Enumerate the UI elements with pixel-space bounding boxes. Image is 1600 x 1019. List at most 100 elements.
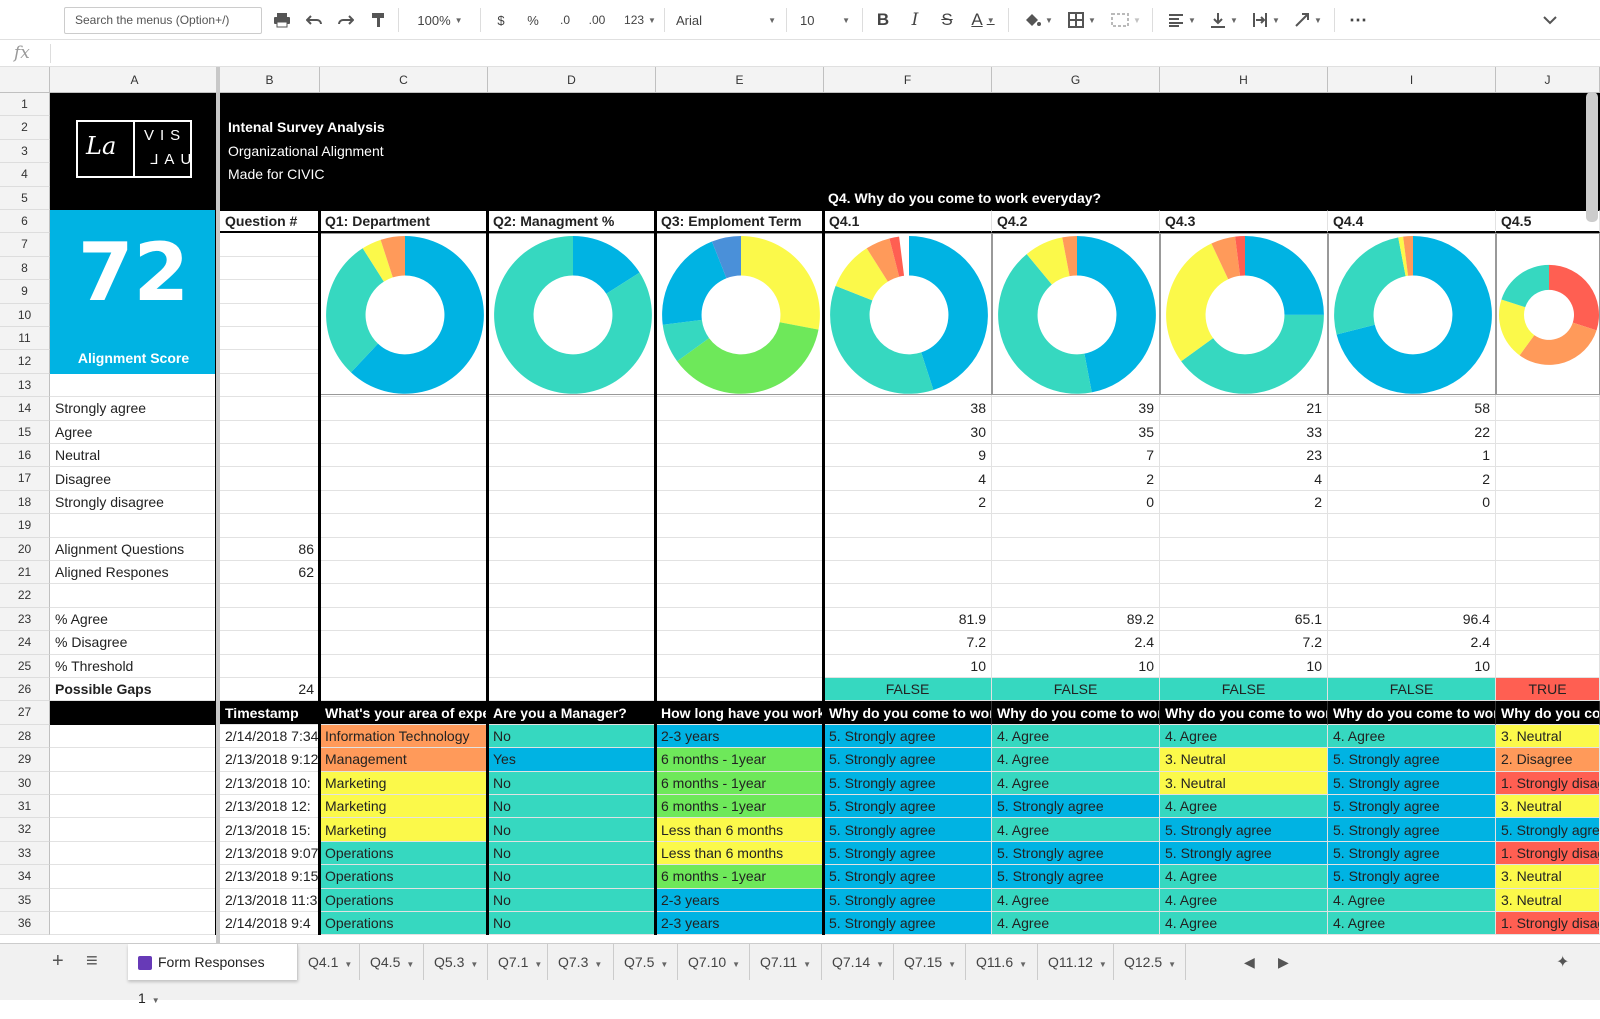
stat-value[interactable]: 2	[1160, 490, 1328, 515]
stat-label[interactable]: Strongly disagree	[50, 490, 220, 515]
sheet-tab[interactable]: Q7.1 ▼	[488, 944, 548, 980]
stat-value[interactable]: 4	[824, 467, 992, 491]
fill-color-icon[interactable]: ▼	[1020, 7, 1056, 33]
response-value[interactable]: 4. Agree	[1328, 888, 1496, 912]
cell[interactable]	[1328, 537, 1496, 561]
cell[interactable]	[1328, 561, 1496, 585]
response-timestamp[interactable]: 2/13/2018 12:	[220, 795, 320, 819]
cell[interactable]	[488, 631, 656, 655]
stat-value[interactable]: 0	[1328, 490, 1496, 515]
response-timestamp[interactable]: 2/13/2018 10:	[220, 771, 320, 795]
response-value[interactable]: 6 months - 1year	[656, 748, 824, 772]
redo-icon[interactable]	[334, 7, 358, 33]
stat-value[interactable]: 7.2	[824, 631, 992, 655]
response-value[interactable]: Marketing	[320, 818, 488, 842]
cell[interactable]	[320, 420, 488, 444]
row-header-32[interactable]: 32	[0, 818, 50, 842]
chevron-down-icon[interactable]: ▼	[344, 960, 352, 969]
sheet-tab[interactable]: Q4.5 ▼	[360, 944, 424, 980]
response-value[interactable]: 5. Strongly agree	[824, 748, 992, 772]
column-header-d[interactable]: D	[488, 67, 656, 93]
column-header-e[interactable]: E	[656, 67, 824, 93]
stat-value[interactable]: 65.1	[1160, 607, 1328, 632]
response-value[interactable]: 4. Agree	[1160, 912, 1328, 936]
response-value[interactable]: 4. Agree	[1160, 888, 1328, 912]
column-header-f[interactable]: F	[824, 67, 992, 93]
cell[interactable]	[50, 373, 220, 398]
response-timestamp[interactable]: 2/13/2018 15:	[220, 818, 320, 842]
scroll-tabs-right-icon[interactable]: ▶	[1278, 954, 1289, 971]
donut-chart[interactable]	[992, 233, 1160, 396]
cell[interactable]	[220, 350, 320, 374]
response-value[interactable]: No	[488, 865, 656, 889]
cell[interactable]	[320, 514, 488, 538]
response-value[interactable]: 2. Disagree	[1496, 748, 1600, 772]
stat-value[interactable]: 9	[824, 444, 992, 468]
cell[interactable]	[656, 467, 824, 491]
row-header-7[interactable]: 7	[0, 233, 50, 257]
row-header-15[interactable]: 15	[0, 420, 50, 444]
cell[interactable]	[1496, 490, 1600, 515]
response-value[interactable]: 5. Strongly agree	[1328, 865, 1496, 889]
cell[interactable]	[50, 841, 220, 866]
cell[interactable]	[1496, 444, 1600, 468]
response-value[interactable]: No	[488, 795, 656, 819]
cell[interactable]	[320, 631, 488, 655]
row-header-12[interactable]: 12	[0, 350, 50, 374]
response-value[interactable]: 5. Strongly agree	[992, 865, 1160, 889]
cell[interactable]	[1160, 561, 1328, 585]
stat-value[interactable]: 10	[824, 654, 992, 678]
cell[interactable]	[824, 561, 992, 585]
cell[interactable]	[50, 724, 220, 749]
sheet-tab[interactable]: Q7.5 ▼	[614, 944, 678, 980]
cell[interactable]	[656, 607, 824, 632]
spreadsheet-grid[interactable]: A B C D E F G H I J 1 2 3 4 5 6 7 8 9 10 11 12 13 14 15 16 17 18 19 2…	[0, 67, 1600, 943]
response-value[interactable]: 5. Strongly agree	[824, 795, 992, 819]
collapse-toolbar-icon[interactable]	[1538, 7, 1562, 33]
donut-chart[interactable]	[1328, 233, 1496, 396]
response-column-header[interactable]: What's your area of expertise?	[320, 701, 488, 725]
merge-cells-icon[interactable]: ▼	[1108, 7, 1144, 33]
response-value[interactable]: 5. Strongly agree	[824, 724, 992, 749]
stat-value[interactable]: 21	[1160, 397, 1328, 421]
cell[interactable]	[488, 678, 656, 702]
response-value[interactable]: Marketing	[320, 795, 488, 819]
sheet-tab[interactable]: Form Responses 1 ▼	[128, 944, 298, 1006]
row-header-8[interactable]: 8	[0, 256, 50, 281]
chevron-down-icon[interactable]: ▼	[1168, 960, 1176, 969]
response-timestamp[interactable]: 2/13/2018 11:3	[220, 888, 320, 912]
cell[interactable]	[320, 607, 488, 632]
response-value[interactable]: 4. Agree	[1328, 912, 1496, 936]
stat-label[interactable]: Neutral	[50, 444, 220, 468]
response-value[interactable]: 1. Strongly disagree	[1496, 771, 1600, 795]
stat-value[interactable]: 2	[824, 490, 992, 515]
chevron-down-icon[interactable]: ▼	[470, 960, 478, 969]
response-value[interactable]: 5. Strongly agree	[1496, 818, 1600, 842]
all-sheets-icon[interactable]: ≡	[86, 950, 98, 973]
sheet-tab[interactable]: Q7.11 ▼	[750, 944, 822, 980]
vertical-align-icon[interactable]: ▼	[1206, 7, 1242, 33]
cell[interactable]	[656, 514, 824, 538]
response-value[interactable]: 2-3 years	[656, 912, 824, 936]
response-column-header[interactable]: Why do you come to work everyday?	[824, 701, 992, 725]
response-value[interactable]: 5. Strongly agree	[992, 795, 1160, 819]
response-value[interactable]: 4. Agree	[1160, 865, 1328, 889]
chevron-down-icon[interactable]: ▼	[406, 960, 414, 969]
sheet-tab[interactable]: Q7.10 ▼	[678, 944, 750, 980]
response-timestamp[interactable]: 2/14/2018 9:4	[220, 912, 320, 936]
cell[interactable]	[656, 537, 824, 561]
stat-value[interactable]: 7.2	[1160, 631, 1328, 655]
question-header[interactable]: Q1: Department	[320, 210, 488, 234]
response-value[interactable]: 5. Strongly agree	[824, 818, 992, 842]
response-value[interactable]: Less than 6 months	[656, 841, 824, 866]
donut-chart[interactable]	[320, 233, 488, 396]
chevron-down-icon[interactable]: ▼	[534, 960, 542, 969]
cell[interactable]	[1496, 537, 1600, 561]
stat-value[interactable]: 81.9	[824, 607, 992, 632]
row-header-23[interactable]: 23	[0, 607, 50, 632]
response-value[interactable]: 5. Strongly agree	[992, 841, 1160, 866]
column-header-i[interactable]: I	[1328, 67, 1496, 93]
cell[interactable]	[220, 256, 320, 281]
gap-flag[interactable]: TRUE	[1496, 678, 1600, 702]
response-column-header[interactable]: Are you a Manager?	[488, 701, 656, 725]
